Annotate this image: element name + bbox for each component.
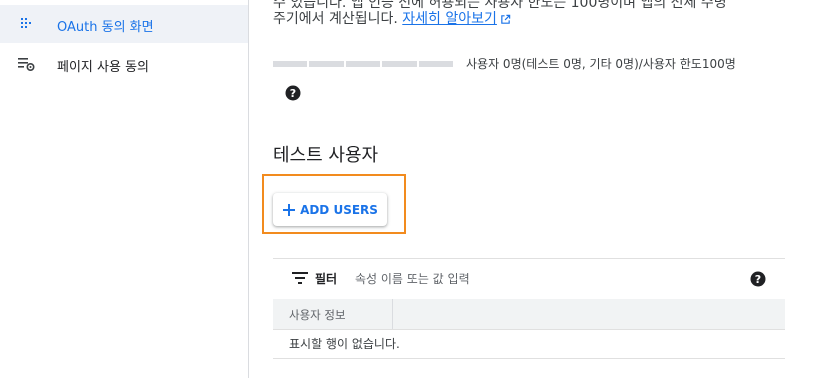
intro-text: 주기에서 계산됩니다. bbox=[273, 11, 398, 27]
sidebar-item-label: 페이지 사용 동의 bbox=[57, 60, 149, 75]
filter-icon[interactable] bbox=[292, 271, 308, 285]
help-icon[interactable]: ? bbox=[750, 271, 766, 287]
table-header-row: 사용자 정보 bbox=[273, 299, 785, 330]
plus-icon bbox=[283, 203, 296, 216]
empty-message: 표시할 행이 없습니다. bbox=[289, 337, 400, 351]
progress-segment bbox=[418, 61, 454, 67]
progress-segment bbox=[345, 61, 381, 67]
sidebar-item-label: OAuth 동의 화면 bbox=[57, 20, 154, 35]
user-cap-text: 사용자 0명(테스트 0명, 기타 0명)/사용자 한도100명 bbox=[466, 57, 736, 71]
external-link-icon bbox=[501, 14, 511, 24]
page-usage-settings-icon bbox=[18, 58, 35, 72]
progress-segment bbox=[309, 61, 344, 67]
sidebar: OAuth 동의 화면 페이지 사용 동의 bbox=[0, 0, 249, 378]
main-content: 수 있습니다. 앱 인증 전에 허용되는 사용자 한도는 100명이며 앱의 전… bbox=[249, 0, 818, 378]
filter-bar: 필터 ? bbox=[273, 258, 785, 300]
filter-label: 필터 bbox=[315, 272, 338, 286]
help-icon[interactable]: ? bbox=[285, 85, 301, 101]
add-users-button[interactable]: ADD USERS bbox=[273, 193, 387, 226]
intro-text-line2: 주기에서 계산됩니다. 자세히 알아보기 bbox=[273, 8, 511, 28]
filter-input[interactable] bbox=[353, 266, 737, 292]
learn-more-label: 자세히 알아보기 bbox=[402, 11, 497, 27]
section-title-test-users: 테스트 사용자 bbox=[273, 145, 379, 166]
progress-segment bbox=[382, 61, 417, 67]
sidebar-item-oauth-consent[interactable]: OAuth 동의 화면 bbox=[0, 5, 248, 43]
svg-text:?: ? bbox=[290, 87, 296, 100]
learn-more-link[interactable]: 자세히 알아보기 bbox=[402, 11, 511, 27]
sidebar-item-page-usage[interactable]: 페이지 사용 동의 bbox=[0, 45, 248, 83]
table-empty-row: 표시할 행이 없습니다. bbox=[273, 330, 785, 359]
column-header-user-info[interactable]: 사용자 정보 bbox=[289, 307, 346, 323]
svg-text:?: ? bbox=[755, 273, 761, 286]
progress-segment bbox=[273, 61, 308, 67]
oauth-consent-icon bbox=[21, 18, 31, 28]
add-users-label: ADD USERS bbox=[300, 202, 378, 217]
column-divider bbox=[392, 299, 393, 329]
user-cap-progress-bar bbox=[273, 61, 454, 67]
